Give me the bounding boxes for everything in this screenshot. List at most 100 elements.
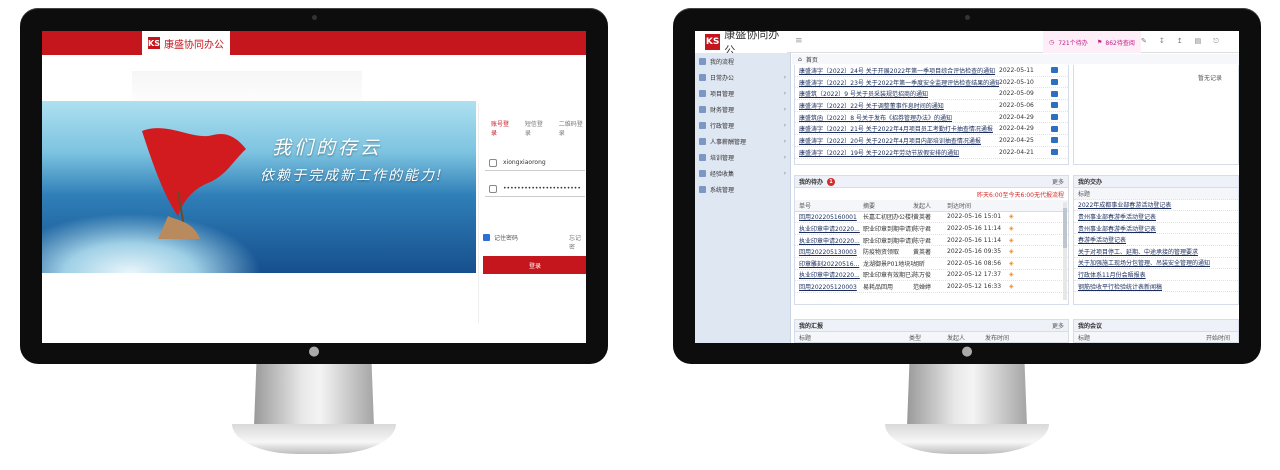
list-item[interactable]: 康盛涛字〔2022〕23号 关于2022年第一季度安全监理评估检查结果的通知 20…	[795, 77, 1068, 89]
list-item[interactable]: 贵州事业部春游季活动登记表	[1074, 211, 1238, 223]
list-item[interactable]: 康盛涛字〔2022〕21号 关于2022年4月项目员工考勤打卡抽查情况通报 202…	[795, 123, 1068, 136]
book-icon[interactable]: ▤	[1195, 37, 1202, 46]
notice-title[interactable]: 康盛涛字〔2022〕24号 关于开展2022年第一季项目综合评估检查的通知	[799, 66, 999, 75]
sidebar-item-admin[interactable]: 行政管理 ›	[695, 117, 790, 133]
table-row[interactable]: 执业印章申请20220...职业印章到期申请更换陈守君 2022-05-16 11…	[795, 235, 1068, 247]
notice-title[interactable]: 康盛筑〔2022〕9 号关于员采装规范招商的通知	[799, 89, 999, 98]
edit-icon[interactable]: ✎	[1141, 37, 1147, 46]
banner-slogan-main: 我们的存云	[272, 137, 383, 159]
todo-no[interactable]: 执业印章申请20220...	[799, 224, 863, 233]
notice-title[interactable]: 康盛涛字〔2022〕19号 关于2022年劳动节放假安排的通知	[799, 148, 999, 157]
sidebar-item-my-process[interactable]: 我的流程	[695, 53, 790, 69]
upload-icon[interactable]: ↥	[1177, 37, 1183, 46]
todo-more-link[interactable]: 更多	[1052, 177, 1064, 186]
process-icon[interactable]: ◈	[1009, 237, 1021, 244]
list-item[interactable]: 行政体系11月份会晤报表	[1074, 269, 1238, 281]
process-icon[interactable]: ◈	[1009, 225, 1021, 232]
chevron-right-icon: ›	[783, 73, 786, 81]
notice-date: 2022-04-21	[999, 148, 1034, 156]
password-field[interactable]: ••••••••••••••••••••••	[485, 181, 585, 197]
document-icon	[1051, 114, 1058, 121]
todo-user: 陈万俊	[913, 272, 932, 280]
notice-title[interactable]: 康盛涛字〔2022〕23号 关于2022年第一季度安全监理评估检查结果的通知	[799, 78, 999, 87]
sidebar-item-finance[interactable]: 财务管理 ›	[695, 101, 790, 117]
table-row[interactable]: 回用202205130003 防疫物资领取 黄英著 2022-05-16 09:35 ◈	[795, 246, 1068, 258]
login-button[interactable]: 登录	[483, 256, 586, 274]
chevron-right-icon: ›	[783, 169, 786, 177]
table-row[interactable]: 回用202205160001长嘉汇初团办公楼检回用黄英著 2022-05-16 1…	[795, 212, 1068, 224]
banner-slogan-sub: 依赖于完成新工作的能力!	[260, 168, 444, 184]
stand-neck	[907, 364, 1027, 426]
download-icon[interactable]: ↧	[1159, 37, 1165, 46]
system-icon	[699, 185, 706, 193]
list-item[interactable]: 2022年成都事业部春游活动登记表	[1074, 200, 1238, 212]
sidebar-item-training[interactable]: 培训管理 ›	[695, 149, 790, 165]
unread-counter[interactable]: ⚑ 862待查阅	[1091, 31, 1141, 53]
list-item[interactable]: 康盛筑函〔2022〕8 号关于发布《招券管理办法》的通知 2022-04-29	[795, 112, 1068, 124]
process-icon[interactable]: ◈	[1009, 260, 1021, 267]
username-value: xiongxiaorong	[503, 159, 546, 166]
remember-checkbox[interactable]	[483, 234, 490, 241]
sidebar-item-system[interactable]: 系统管理	[695, 181, 790, 197]
sidebar-item-hr[interactable]: 人事薪酬管理 ›	[695, 133, 790, 149]
table-row[interactable]: 执业印章申请20220...职业印章到期申请更换陈守君 2022-05-16 11…	[795, 223, 1068, 235]
forgot-password-link[interactable]: 忘记密	[569, 233, 586, 251]
list-item[interactable]: 康盛涛字〔2022〕24号 关于开展2022年第一季项目综合评估检查的通知 202…	[795, 65, 1068, 77]
todo-no[interactable]: 回用202205120003	[799, 282, 863, 291]
table-row[interactable]: 执业印章申请20220...职业印章有效期已过，...陈万俊 2022-05-12…	[795, 270, 1068, 282]
notice-title[interactable]: 康盛涛字〔2022〕20号 关于2022年4月项目内部培训抽查情况通报	[799, 136, 999, 145]
todo-user: 黄英著	[913, 249, 932, 257]
notice-title[interactable]: 康盛涛字〔2022〕22号 关于调整董事作息时间的通知	[799, 101, 999, 110]
todo-summary: 职业印章有效期已过，...	[863, 272, 913, 280]
todo-no[interactable]: 印章雕刻20220516...	[799, 259, 863, 268]
notice-title[interactable]: 康盛涛字〔2022〕21号 关于2022年4月项目员工考勤打卡抽查情况通报	[799, 124, 999, 133]
notice-title[interactable]: 康盛筑函〔2022〕8 号关于发布《招券管理办法》的通知	[799, 113, 999, 122]
list-item[interactable]: 贵州事业部春游季活动登记表	[1074, 223, 1238, 235]
todo-time: 2022-05-12 17:37	[947, 271, 1002, 279]
menu-toggle-icon[interactable]: ≡	[795, 36, 803, 46]
sidebar-item-project[interactable]: 项目管理 ›	[695, 85, 790, 101]
process-icon[interactable]: ◈	[1009, 213, 1021, 220]
table-row[interactable]: 回用202205120003 易耗品回用 范婵婷 2022-05-12 16:33 ◈	[795, 281, 1068, 293]
breadcrumb-home[interactable]: 首页	[806, 55, 818, 64]
scrollbar-thumb[interactable]	[1063, 208, 1067, 248]
dashboard-screen: KS 康盛协同办公 ≡ ◷ 721个待办 ⚑ 862待查阅 ✎ ↧ ↥ ▤ ⎋ …	[695, 31, 1239, 343]
tab-account-login[interactable]: 账号登录	[491, 119, 513, 137]
process-icon[interactable]: ◈	[1009, 271, 1021, 278]
todo-user: 陈守君	[913, 225, 932, 233]
list-item[interactable]: 康盛涛字〔2022〕22号 关于调整董事作息时间的通知 2022-05-06	[795, 100, 1068, 112]
table-row[interactable]: 印章雕刻20220516...龙湖御景P01地块项目...胡昕 2022-05-1…	[795, 258, 1068, 270]
list-item[interactable]: 康盛涛字〔2022〕20号 关于2022年4月项目内部培训抽查情况通报 2022-…	[795, 135, 1068, 147]
todo-warning: 昨天6:00至今天6:00无代报流程	[977, 191, 1064, 199]
todo-count: 721个待办	[1058, 39, 1088, 47]
list-item[interactable]: 钢筋验收平行检验统计表新闻稿	[1074, 281, 1238, 293]
remember-password[interactable]: 记住密码	[483, 233, 518, 242]
username-field[interactable]: xiongxiaorong	[485, 155, 585, 171]
camera-dot	[965, 15, 970, 20]
column-header: 单号	[799, 202, 812, 210]
todo-no[interactable]: 回用202205130003	[799, 247, 863, 256]
notice-list: 康盛涛字〔2022〕24号 关于开展2022年第一季项目综合评估检查的通知 202…	[794, 65, 1069, 165]
document-icon	[1051, 67, 1058, 74]
list-item[interactable]: 春游季活动登记表	[1074, 234, 1238, 246]
list-item[interactable]: 康盛筑〔2022〕9 号关于员采装规范招商的通知 2022-05-09	[795, 88, 1068, 101]
report-more-link[interactable]: 更多	[1052, 321, 1064, 330]
list-item[interactable]: 关于加强施工现场分包管理、吊装安全管理的通知	[1074, 258, 1238, 270]
training-icon	[699, 153, 706, 161]
list-item[interactable]: 康盛涛字〔2022〕19号 关于2022年劳动节放假安排的通知 2022-04-2…	[795, 147, 1068, 159]
todo-counter[interactable]: ◷ 721个待办	[1043, 31, 1094, 53]
logout-icon[interactable]: ⎋	[1213, 37, 1219, 46]
list-item[interactable]: 关于对项目停工、延期、中途承接的管理要求	[1074, 246, 1238, 258]
todo-no[interactable]: 执业印章申请20220...	[799, 236, 863, 245]
todo-scrollbar[interactable]	[1063, 202, 1067, 300]
process-icon[interactable]: ◈	[1009, 283, 1021, 290]
todo-no[interactable]: 回用202205160001	[799, 212, 863, 221]
sidebar-item-daily-office[interactable]: 日常办公 ›	[695, 69, 790, 85]
tab-sms-login[interactable]: 短信登录	[525, 119, 547, 137]
sidebar-item-experience[interactable]: 经验收集 ›	[695, 165, 790, 181]
table-header-row: 标题 类型 发起人 发布时间	[795, 332, 1068, 342]
tab-qr-login[interactable]: 二维码登录	[559, 119, 586, 137]
process-icon[interactable]: ◈	[1009, 248, 1021, 255]
finance-icon	[699, 105, 706, 113]
todo-no[interactable]: 执业印章申请20220...	[799, 270, 863, 279]
